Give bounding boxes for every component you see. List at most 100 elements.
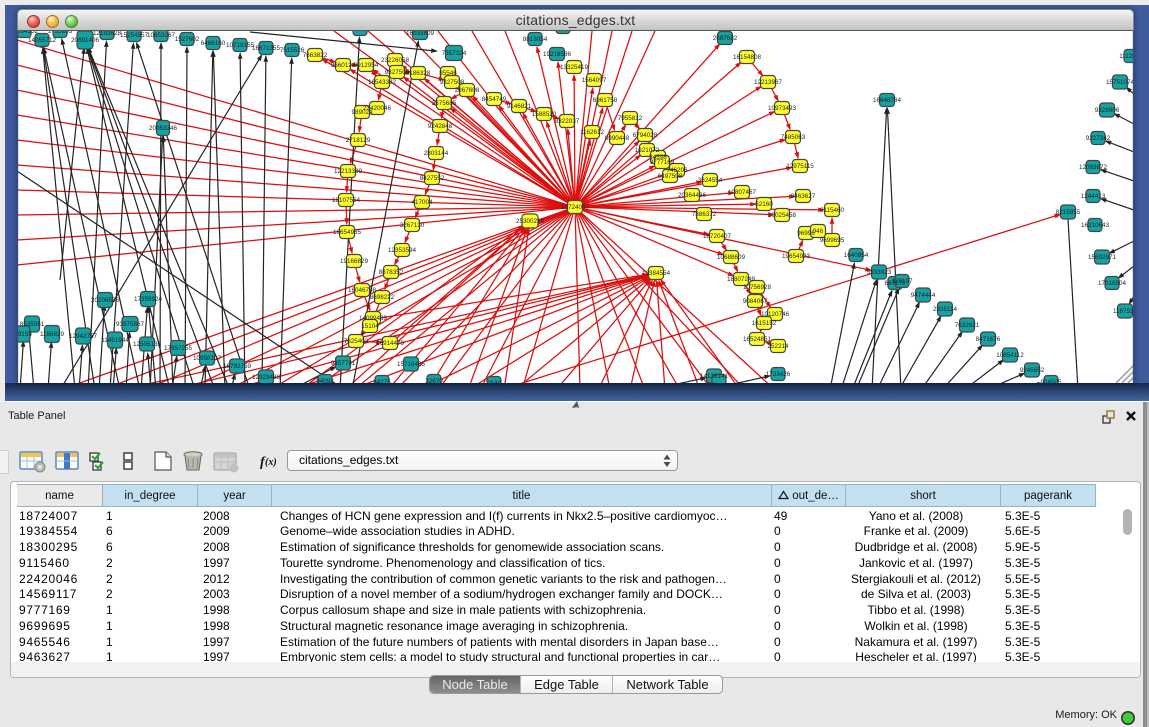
svg-text:5933923: 5933923 [867,269,892,276]
svg-text:14055712: 14055712 [28,37,57,44]
svg-text:1588520: 1588520 [532,111,557,118]
svg-text:14099489: 14099489 [359,315,388,322]
svg-text:16671355: 16671355 [252,45,281,52]
svg-text:23226058: 23226058 [381,57,410,64]
svg-text:7386372: 7386372 [692,211,717,218]
svg-text:13325419: 13325419 [560,64,589,71]
svg-text:1527602: 1527602 [175,36,200,43]
svg-text:16914479: 16914479 [376,340,405,347]
svg-text:84275: 84275 [373,379,391,383]
svg-text:10688609: 10688609 [717,254,746,261]
svg-text:1162612: 1162612 [580,129,605,136]
svg-text:2935114: 2935114 [933,306,958,313]
svg-text:12923488: 12923488 [252,374,281,381]
svg-text:7515526: 7515526 [280,47,305,54]
svg-text:16107554: 16107554 [332,197,361,204]
svg-text:1615152: 1615152 [752,320,777,327]
svg-text:2530: 2530 [487,380,502,383]
svg-text:16782759: 16782759 [223,363,252,370]
svg-text:10973493: 10973493 [768,105,797,112]
svg-text:8454749: 8454749 [482,96,507,103]
svg-text:8215955: 8215955 [1056,209,1081,216]
svg-text:20364436: 20364436 [678,192,707,199]
svg-text:12353594: 12353594 [388,247,417,254]
svg-text:16210643: 16210643 [1081,222,1110,229]
svg-text:3675685: 3675685 [432,100,457,107]
svg-text:7632621: 7632621 [955,322,980,329]
svg-text:8813054: 8813054 [523,36,548,43]
svg-text:16654965: 16654965 [333,229,362,236]
svg-text:25300215: 25300215 [516,218,545,225]
svg-text:14136141: 14136141 [700,373,729,380]
svg-text:946: 946 [813,228,824,235]
svg-text:62160: 62160 [755,201,773,208]
svg-text:39159: 39159 [17,331,32,338]
svg-text:1733426: 1733426 [766,371,791,378]
svg-text:10120746: 10120746 [761,311,790,318]
svg-text:8535061: 8535061 [20,321,45,328]
svg-text:(x): (x) [265,457,277,468]
svg-text:12505135: 12505135 [133,341,162,348]
svg-text:93975867: 93975867 [116,321,145,328]
svg-text:10719155: 10719155 [226,42,255,49]
svg-text:16154808: 16154808 [733,54,762,61]
svg-text:16284552: 16284552 [17,31,38,35]
svg-text:129197: 129197 [891,278,913,285]
svg-text:19218586: 19218586 [543,51,572,58]
svg-text:2687682: 2687682 [713,35,738,42]
svg-text:1244413: 1244413 [1081,193,1106,200]
svg-text:9227342: 9227342 [1086,135,1111,142]
svg-text:17359924: 17359924 [134,296,163,303]
svg-text:1755203: 1755203 [48,31,73,35]
svg-text:9245652: 9245652 [1020,367,1045,374]
svg-text:9146821: 9146821 [507,103,532,110]
svg-text:8912954: 8912954 [354,62,379,69]
svg-text:6497508: 6497508 [658,173,683,180]
svg-text:19166829: 19166829 [340,258,369,265]
svg-text:8698222: 8698222 [370,294,395,301]
svg-text:18720407: 18720407 [703,233,732,240]
svg-text:12942757: 12942757 [69,333,98,340]
svg-text:9660124: 9660124 [331,62,356,69]
svg-text:9457791: 9457791 [331,360,356,367]
svg-text:9699695: 9699695 [820,237,845,244]
svg-text:17957255: 17957255 [164,345,193,352]
svg-text:20053346: 20053346 [149,125,178,132]
svg-text:924505: 924505 [1040,379,1062,383]
svg-text:6961758: 6961758 [593,97,618,104]
svg-text:1167533: 1167533 [1113,308,1134,315]
svg-text:10025458: 10025458 [768,212,797,219]
svg-text:18724007: 18724007 [561,204,590,211]
svg-text:9084067: 9084067 [743,298,768,305]
svg-text:11451944: 11451944 [101,337,129,344]
svg-text:12213389: 12213389 [334,168,363,175]
svg-text:8427552: 8427552 [420,175,445,182]
svg-text:417004: 417004 [411,199,433,206]
svg-text:8878352: 8878352 [379,269,404,276]
svg-text:94093: 94093 [316,378,334,383]
svg-text:15716485: 15716485 [397,361,426,368]
svg-text:8322037: 8322037 [555,118,580,125]
svg-text:7485063: 7485063 [781,134,806,141]
svg-text:1621072: 1621072 [635,147,660,154]
svg-text:9474444: 9474444 [911,292,936,299]
svg-text:8471676: 8471676 [976,336,1001,343]
svg-text:16648784: 16648784 [873,97,902,104]
svg-text:19384554: 19384554 [642,270,671,277]
svg-text:3267130: 3267130 [400,222,425,229]
svg-text:16033809: 16033809 [406,31,435,37]
svg-text:3624554: 3624554 [698,177,723,184]
svg-text:12093872: 12093872 [1079,164,1108,171]
svg-text:9777169: 9777169 [650,159,675,166]
svg-text:7357224: 7357224 [442,50,467,57]
svg-text:1564097: 1564097 [582,77,607,84]
svg-text:2718129: 2718129 [346,137,371,144]
svg-text:2867608: 2867608 [455,87,480,94]
svg-text:8990448: 8990448 [605,135,630,142]
svg-text:85546: 85546 [439,70,457,77]
svg-text:1156829: 1156829 [40,331,65,338]
svg-text:32670: 32670 [425,378,443,383]
svg-text:7663822: 7663822 [303,52,328,59]
svg-text:16046798: 16046798 [348,287,377,294]
svg-text:18807249: 18807249 [727,276,756,283]
